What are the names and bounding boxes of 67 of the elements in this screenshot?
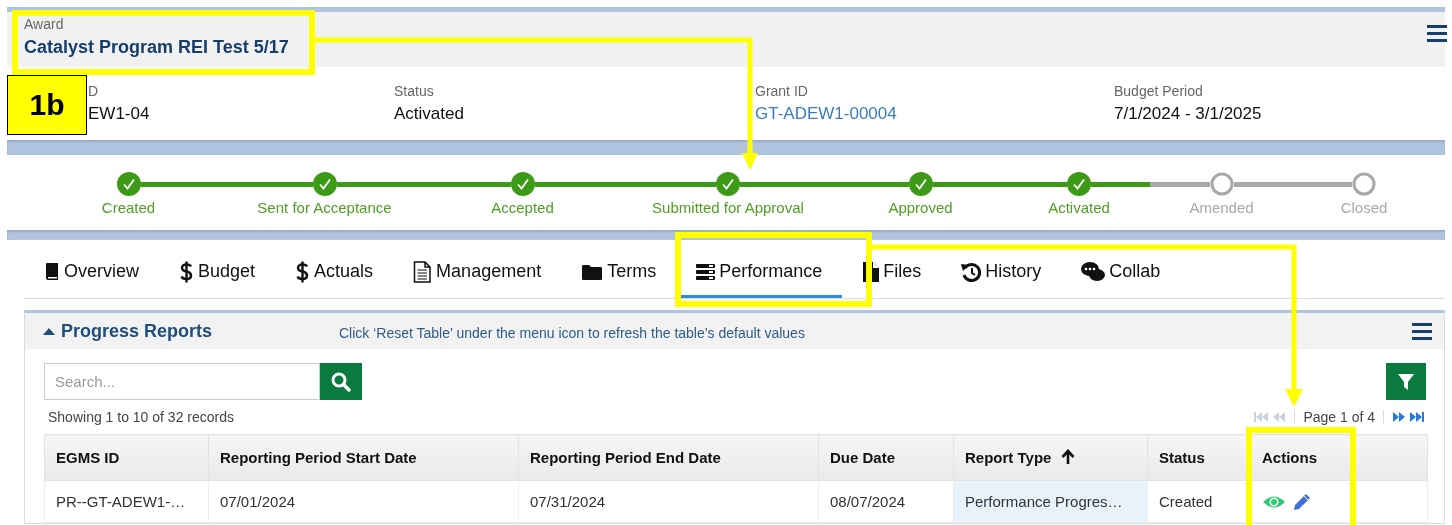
tab[interactable]: Actuals	[275, 248, 394, 298]
first-page-icon	[1254, 411, 1269, 423]
step-label: Activated	[1048, 199, 1110, 216]
table-cell: 07/31/2024	[518, 480, 819, 523]
next-page-icon	[1393, 411, 1405, 423]
step-label: Approved	[888, 199, 953, 216]
callout-label: 1b	[7, 75, 87, 135]
search-field[interactable]: Search...	[44, 363, 320, 400]
field-label: Grant ID	[755, 83, 808, 99]
step-label: Created	[101, 199, 156, 216]
menu-icon[interactable]	[1427, 24, 1447, 43]
tab[interactable]: Management	[393, 248, 562, 298]
menu-icon[interactable]	[1412, 321, 1432, 341]
field-value: Activated	[394, 104, 464, 124]
pencil-icon	[1292, 491, 1312, 512]
last-page-icon	[1410, 411, 1424, 423]
history-icon	[961, 261, 982, 282]
filter-icon	[1397, 372, 1415, 391]
search-button[interactable]	[320, 363, 362, 400]
step-label: Submitted for Approval	[652, 199, 804, 216]
tab[interactable]: Collab	[1061, 248, 1181, 298]
tab[interactable]: Terms	[561, 248, 677, 298]
panel-title: Progress Reports	[61, 320, 213, 342]
table-cell: Performance Progres…	[953, 480, 1148, 523]
table-cell: 08/07/2024	[818, 480, 954, 523]
edit-button[interactable]	[1292, 491, 1312, 512]
tab[interactable]: Budget	[159, 248, 276, 298]
document-icon	[413, 260, 433, 283]
sort-arrow-icon	[1061, 449, 1076, 465]
award-label: Award	[24, 15, 65, 32]
column-header[interactable]: Report Type	[953, 434, 1148, 481]
tab[interactable]: History	[941, 248, 1062, 298]
column-header[interactable]: Reporting Period End Date	[518, 434, 819, 481]
column-header[interactable]: Actions	[1250, 434, 1428, 481]
column-header[interactable]: Reporting Period Start Date	[208, 434, 519, 481]
field-value: 7/1/2024 - 3/1/2025	[1114, 104, 1262, 124]
record-count: Showing 1 to 10 of 32 records	[48, 409, 234, 425]
column-header[interactable]: EGMS ID	[44, 434, 209, 481]
field-value: EW1-04	[88, 104, 150, 124]
step-label: Sent for Acceptance	[257, 199, 392, 216]
chat-icon	[1081, 261, 1106, 282]
book-icon	[44, 262, 60, 281]
dollar-icon	[295, 260, 311, 283]
step-label: Closed	[1340, 199, 1388, 216]
tab[interactable]: Overview	[24, 248, 159, 298]
column-header[interactable]: Due Date	[818, 434, 954, 481]
field-label: Budget Period	[1114, 83, 1203, 99]
folder-icon	[581, 262, 604, 281]
award-title: Catalyst Program REI Test 5/17	[24, 36, 289, 58]
step-label: Amended	[1189, 199, 1254, 216]
tab[interactable]: Files	[842, 248, 942, 298]
field-label: Status	[394, 83, 434, 99]
list-icon	[696, 262, 716, 281]
page-indicator: Page 1 of 4	[1303, 409, 1375, 425]
field-label: D	[88, 83, 99, 99]
hint-text: Click ‘Reset Table’ under the menu icon to refresh the table’s default values	[339, 324, 806, 341]
step-label: Accepted	[491, 199, 554, 216]
next-page-button[interactable]	[1392, 411, 1406, 423]
tab[interactable]: Performance	[676, 248, 843, 298]
grant-id-link[interactable]: GT-ADEW1-00004	[755, 104, 897, 124]
last-page-button[interactable]	[1409, 411, 1425, 423]
previous-page-icon	[1273, 411, 1286, 423]
table-cell: 07/01/2024	[208, 480, 519, 523]
dollar-icon	[179, 260, 194, 283]
table-cell: PR--GT-ADEW1-…	[44, 480, 209, 523]
filter-button[interactable]	[1386, 363, 1426, 400]
search-icon	[331, 371, 351, 392]
